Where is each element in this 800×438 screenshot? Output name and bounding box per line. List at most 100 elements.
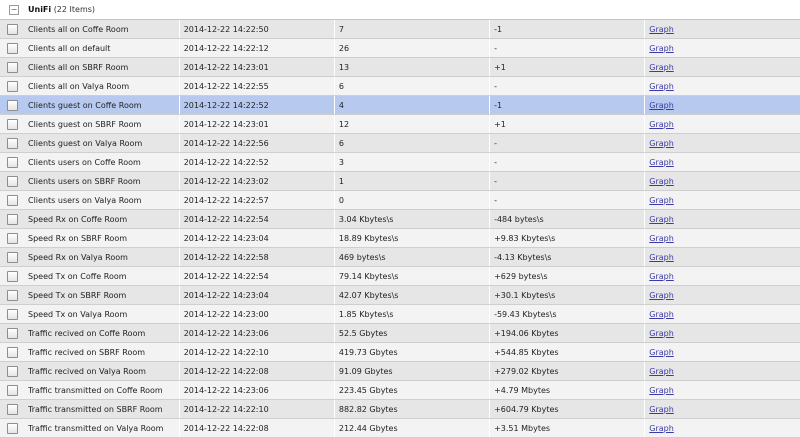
row-checkbox[interactable] xyxy=(6,23,18,35)
row-checkbox-cell[interactable] xyxy=(0,323,24,343)
group-header-row[interactable]: − UniFi (22 Items) xyxy=(0,0,800,20)
graph-link[interactable]: Graph xyxy=(649,405,674,414)
graph-link[interactable]: Graph xyxy=(649,253,674,262)
row-checkbox[interactable] xyxy=(6,213,18,225)
row-checkbox-cell[interactable] xyxy=(0,76,24,96)
current-value: 882.82 Gbytes xyxy=(334,399,491,419)
table-row[interactable]: Traffic transmitted on Valya Room 2014-12… xyxy=(0,418,800,438)
table-row[interactable]: Clients all on Valya Room 2014-12-22 14:2… xyxy=(0,76,800,96)
row-checkbox[interactable] xyxy=(6,137,18,149)
table-row[interactable]: Clients guest on Valya Room 2014-12-22 14… xyxy=(0,133,800,153)
row-checkbox-cell[interactable] xyxy=(0,380,24,400)
table-row[interactable]: Speed Rx on Coffe Room 2014-12-22 14:22:5… xyxy=(0,209,800,229)
graph-link[interactable]: Graph xyxy=(649,158,674,167)
row-checkbox-cell[interactable] xyxy=(0,38,24,58)
current-value: 7 xyxy=(334,19,491,39)
graph-link[interactable]: Graph xyxy=(649,25,674,34)
graph-link[interactable]: Graph xyxy=(649,82,674,91)
row-checkbox-cell[interactable] xyxy=(0,399,24,419)
table-row[interactable]: Clients users on Coffe Room 2014-12-22 14… xyxy=(0,152,800,172)
table-row[interactable]: Traffic transmitted on Coffe Room 2014-12… xyxy=(0,380,800,400)
table-row[interactable]: Clients guest on SBRF Room 2014-12-22 14:… xyxy=(0,114,800,134)
current-value: 212.44 Gbytes xyxy=(334,418,491,438)
row-checkbox-cell[interactable] xyxy=(0,304,24,324)
table-row[interactable]: Speed Tx on SBRF Room 2014-12-22 14:23:04… xyxy=(0,285,800,305)
row-checkbox[interactable] xyxy=(6,403,18,415)
row-checkbox[interactable] xyxy=(6,42,18,54)
row-checkbox[interactable] xyxy=(6,99,18,111)
table-row[interactable]: Clients all on default 2014-12-22 14:22:1… xyxy=(0,38,800,58)
graph-link[interactable]: Graph xyxy=(649,139,674,148)
graph-link-cell: Graph xyxy=(644,209,800,229)
graph-link[interactable]: Graph xyxy=(649,310,674,319)
table-row[interactable]: Clients all on Coffe Room 2014-12-22 14:2… xyxy=(0,19,800,39)
row-checkbox-cell[interactable] xyxy=(0,57,24,77)
row-checkbox[interactable] xyxy=(6,346,18,358)
row-checkbox[interactable] xyxy=(6,232,18,244)
row-checkbox-cell[interactable] xyxy=(0,133,24,153)
graph-link[interactable]: Graph xyxy=(649,63,674,72)
row-checkbox[interactable] xyxy=(6,194,18,206)
row-checkbox-cell[interactable] xyxy=(0,19,24,39)
graph-link-cell: Graph xyxy=(644,38,800,58)
graph-link-cell: Graph xyxy=(644,228,800,248)
row-checkbox-cell[interactable] xyxy=(0,418,24,438)
table-row[interactable]: Traffic recived on SBRF Room 2014-12-22 1… xyxy=(0,342,800,362)
row-checkbox-cell[interactable] xyxy=(0,190,24,210)
table-row[interactable]: Speed Rx on Valya Room 2014-12-22 14:22:5… xyxy=(0,247,800,267)
graph-link[interactable]: Graph xyxy=(649,348,674,357)
group-title: UniFi xyxy=(28,5,52,14)
table-row[interactable]: Clients users on Valya Room 2014-12-22 14… xyxy=(0,190,800,210)
row-checkbox-cell[interactable] xyxy=(0,95,24,115)
row-checkbox[interactable] xyxy=(6,175,18,187)
row-checkbox-cell[interactable] xyxy=(0,247,24,267)
row-checkbox-cell[interactable] xyxy=(0,266,24,286)
graph-link[interactable]: Graph xyxy=(649,177,674,186)
table-row[interactable]: Traffic transmitted on SBRF Room 2014-12-… xyxy=(0,399,800,419)
graph-link[interactable]: Graph xyxy=(649,291,674,300)
row-checkbox-cell[interactable] xyxy=(0,152,24,172)
graph-link[interactable]: Graph xyxy=(649,196,674,205)
table-row[interactable]: Clients users on SBRF Room 2014-12-22 14:… xyxy=(0,171,800,191)
graph-link[interactable]: Graph xyxy=(649,424,674,433)
row-checkbox[interactable] xyxy=(6,156,18,168)
table-row[interactable]: Clients guest on Coffe Room 2014-12-22 14… xyxy=(0,95,800,115)
row-checkbox[interactable] xyxy=(6,80,18,92)
graph-link[interactable]: Graph xyxy=(649,329,674,338)
table-row[interactable]: Clients all on SBRF Room 2014-12-22 14:23… xyxy=(0,57,800,77)
graph-link[interactable]: Graph xyxy=(649,386,674,395)
last-update-time: 2014-12-22 14:23:06 xyxy=(179,380,335,400)
graph-link[interactable]: Graph xyxy=(649,215,674,224)
row-checkbox[interactable] xyxy=(6,327,18,339)
row-checkbox[interactable] xyxy=(6,118,18,130)
row-checkbox[interactable] xyxy=(6,384,18,396)
row-checkbox-cell[interactable] xyxy=(0,171,24,191)
group-expander-cell[interactable]: − xyxy=(0,0,24,20)
graph-link[interactable]: Graph xyxy=(649,44,674,53)
collapse-icon[interactable]: − xyxy=(9,4,19,15)
row-checkbox-cell[interactable] xyxy=(0,228,24,248)
value-change: - xyxy=(489,152,646,172)
row-checkbox-cell[interactable] xyxy=(0,342,24,362)
graph-link[interactable]: Graph xyxy=(649,367,674,376)
current-value: 3.04 Kbytes\s xyxy=(334,209,491,229)
table-row[interactable]: Speed Tx on Valya Room 2014-12-22 14:23:0… xyxy=(0,304,800,324)
row-checkbox-cell[interactable] xyxy=(0,285,24,305)
graph-link[interactable]: Graph xyxy=(649,234,674,243)
graph-link[interactable]: Graph xyxy=(649,272,674,281)
row-checkbox[interactable] xyxy=(6,308,18,320)
graph-link[interactable]: Graph xyxy=(649,101,674,110)
row-checkbox[interactable] xyxy=(6,251,18,263)
row-checkbox[interactable] xyxy=(6,61,18,73)
row-checkbox-cell[interactable] xyxy=(0,114,24,134)
row-checkbox-cell[interactable] xyxy=(0,361,24,381)
row-checkbox-cell[interactable] xyxy=(0,209,24,229)
row-checkbox[interactable] xyxy=(6,289,18,301)
row-checkbox[interactable] xyxy=(6,365,18,377)
table-row[interactable]: Traffic recived on Coffe Room 2014-12-22 … xyxy=(0,323,800,343)
row-checkbox[interactable] xyxy=(6,270,18,282)
graph-link[interactable]: Graph xyxy=(649,120,674,129)
table-row[interactable]: Speed Rx on SBRF Room 2014-12-22 14:23:04… xyxy=(0,228,800,248)
table-row[interactable]: Traffic recived on Valya Room 2014-12-22 … xyxy=(0,361,800,381)
table-row[interactable]: Speed Tx on Coffe Room 2014-12-22 14:22:5… xyxy=(0,266,800,286)
